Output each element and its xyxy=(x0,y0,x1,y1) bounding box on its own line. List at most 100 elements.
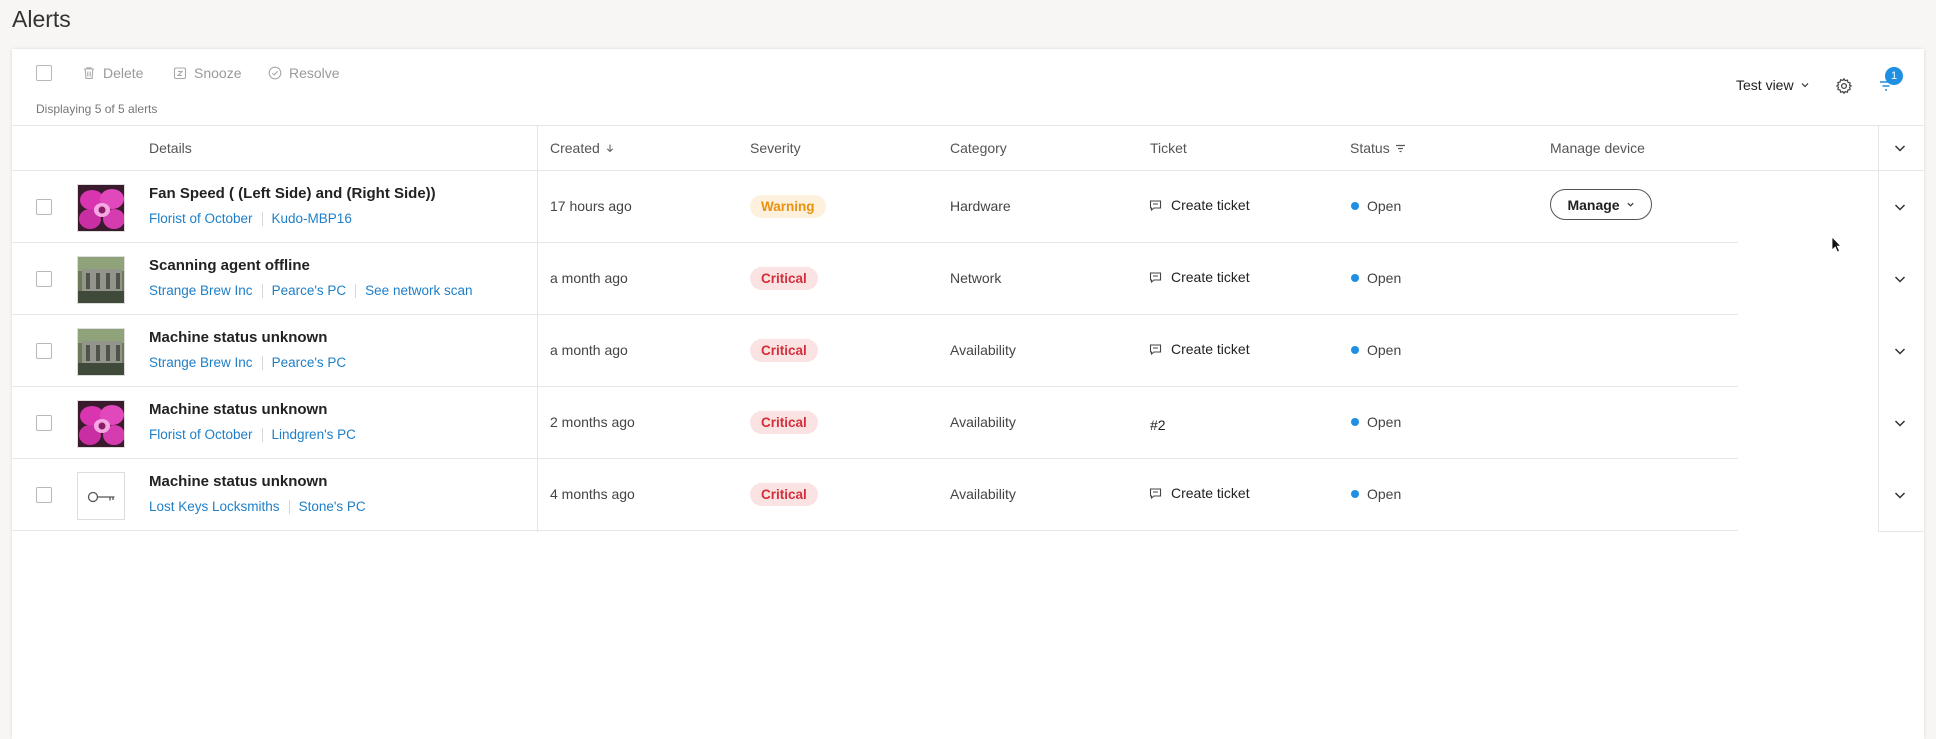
created-cell: 2 months ago xyxy=(550,414,635,430)
alert-links: Strange Brew Inc Pearce's PC See network… xyxy=(149,283,472,298)
link-separator xyxy=(288,499,290,514)
expand-column-divider xyxy=(1878,125,1879,532)
chevron-down-icon xyxy=(1626,202,1634,207)
view-selector[interactable]: Test view xyxy=(1736,77,1810,93)
view-label: Test view xyxy=(1736,77,1794,93)
delete-button[interactable]: Delete xyxy=(82,63,143,83)
alert-links: Lost Keys Locksmiths Stone's PC xyxy=(149,499,366,514)
row-expand-chevron-icon[interactable] xyxy=(1892,343,1908,359)
row-expand-chevron-icon[interactable] xyxy=(1892,415,1908,431)
select-all-checkbox[interactable] xyxy=(36,65,52,81)
manage-label: Manage xyxy=(1567,196,1620,213)
column-details: Details xyxy=(149,140,192,156)
row-expand-chevron-icon[interactable] xyxy=(1892,487,1908,503)
page-title: Alerts xyxy=(12,6,71,32)
table-row[interactable]: Fan Speed ( (Left Side) and (Right Side)… xyxy=(12,171,1906,243)
alert-title[interactable]: Machine status unknown xyxy=(149,329,327,346)
alert-links: Florist of October Kudo-MBP16 xyxy=(149,211,352,226)
row-checkbox[interactable] xyxy=(36,271,52,287)
row-checkbox[interactable] xyxy=(36,199,52,215)
filter-count-badge: 1 xyxy=(1885,67,1903,85)
device-link[interactable]: Pearce's PC xyxy=(272,283,347,298)
device-thumbnail xyxy=(77,256,125,304)
severity-badge: Critical xyxy=(750,411,818,434)
device-thumbnail xyxy=(77,184,125,232)
row-expand-chevron-icon[interactable] xyxy=(1892,199,1908,215)
sort-arrow-down-icon xyxy=(606,144,613,153)
device-link[interactable]: Lindgren's PC xyxy=(272,427,356,442)
severity-badge: Warning xyxy=(750,195,826,218)
status-label: Open xyxy=(1367,198,1402,214)
status-label: Open xyxy=(1367,414,1402,430)
customer-link[interactable]: Strange Brew Inc xyxy=(149,355,253,370)
ticket-comment-icon xyxy=(1149,271,1162,283)
column-manage-device: Manage device xyxy=(1550,140,1645,156)
customer-link[interactable]: Florist of October xyxy=(149,211,253,226)
created-cell: a month ago xyxy=(550,342,628,358)
row-checkbox[interactable] xyxy=(36,343,52,359)
link-separator xyxy=(261,427,263,442)
link-separator xyxy=(261,355,263,370)
column-status-label: Status xyxy=(1350,140,1390,156)
row-expand-chevron-icon[interactable] xyxy=(1892,271,1908,287)
ticket-number-link[interactable]: #2 xyxy=(1150,417,1166,433)
table-row[interactable]: Machine status unknown Lost Keys Locksmi… xyxy=(12,459,1906,531)
check-circle-icon xyxy=(268,66,282,80)
create-ticket-label: Create ticket xyxy=(1171,341,1250,357)
status-dot xyxy=(1351,490,1359,498)
created-cell: 17 hours ago xyxy=(550,198,632,214)
create-ticket-link[interactable]: Create ticket xyxy=(1149,269,1250,285)
column-category: Category xyxy=(950,140,1007,156)
alert-title[interactable]: Scanning agent offline xyxy=(149,257,310,274)
table-row[interactable]: Scanning agent offline Strange Brew Inc … xyxy=(12,243,1906,315)
gear-icon xyxy=(1835,77,1853,95)
filter-button[interactable]: 1 xyxy=(1875,67,1903,97)
row-checkbox[interactable] xyxy=(36,415,52,431)
row-checkbox[interactable] xyxy=(36,487,52,503)
created-cell: a month ago xyxy=(550,270,628,286)
status-cell: Open xyxy=(1351,270,1401,286)
link-separator xyxy=(261,283,263,298)
create-ticket-label: Create ticket xyxy=(1171,269,1250,285)
device-thumbnail xyxy=(77,328,125,376)
create-ticket-link[interactable]: Create ticket xyxy=(1149,341,1250,357)
filter-icon xyxy=(1395,144,1405,152)
category-cell: Hardware xyxy=(950,198,1011,214)
snooze-button[interactable]: Snooze xyxy=(173,63,241,83)
severity-badge: Critical xyxy=(750,267,818,290)
settings-button[interactable] xyxy=(1833,75,1855,97)
expand-all-chevron-icon[interactable] xyxy=(1892,140,1908,156)
status-cell: Open xyxy=(1351,198,1401,214)
network-scan-link[interactable]: See network scan xyxy=(365,283,472,298)
customer-link[interactable]: Florist of October xyxy=(149,427,253,442)
customer-link[interactable]: Strange Brew Inc xyxy=(149,283,253,298)
resolve-button[interactable]: Resolve xyxy=(268,63,340,83)
snooze-icon xyxy=(173,67,187,80)
delete-label: Delete xyxy=(103,65,144,81)
create-ticket-link[interactable]: Create ticket xyxy=(1149,197,1250,213)
alert-title[interactable]: Machine status unknown xyxy=(149,401,327,418)
device-link[interactable]: Pearce's PC xyxy=(272,355,347,370)
chevron-down-icon xyxy=(1801,83,1809,88)
manage-button[interactable]: Manage xyxy=(1550,189,1652,220)
customer-link[interactable]: Lost Keys Locksmiths xyxy=(149,499,280,514)
status-label: Open xyxy=(1367,270,1402,286)
snooze-label: Snooze xyxy=(194,65,242,81)
column-created-label: Created xyxy=(550,140,600,156)
create-ticket-link[interactable]: Create ticket xyxy=(1149,485,1250,501)
table-row[interactable]: Machine status unknown Florist of Octobe… xyxy=(12,387,1906,459)
column-status[interactable]: Status xyxy=(1350,140,1406,156)
alert-title[interactable]: Fan Speed ( (Left Side) and (Right Side)… xyxy=(149,185,436,202)
link-separator xyxy=(261,211,263,226)
status-dot xyxy=(1351,346,1359,354)
resolve-label: Resolve xyxy=(289,65,340,81)
ruins-image xyxy=(78,329,124,375)
ticket-comment-icon xyxy=(1149,487,1162,499)
severity-badge: Critical xyxy=(750,339,818,362)
column-severity: Severity xyxy=(750,140,801,156)
device-link[interactable]: Kudo-MBP16 xyxy=(272,211,352,226)
table-row[interactable]: Machine status unknown Strange Brew Inc … xyxy=(12,315,1906,387)
device-link[interactable]: Stone's PC xyxy=(299,499,366,514)
column-created[interactable]: Created xyxy=(550,140,615,156)
alert-title[interactable]: Machine status unknown xyxy=(149,473,327,490)
